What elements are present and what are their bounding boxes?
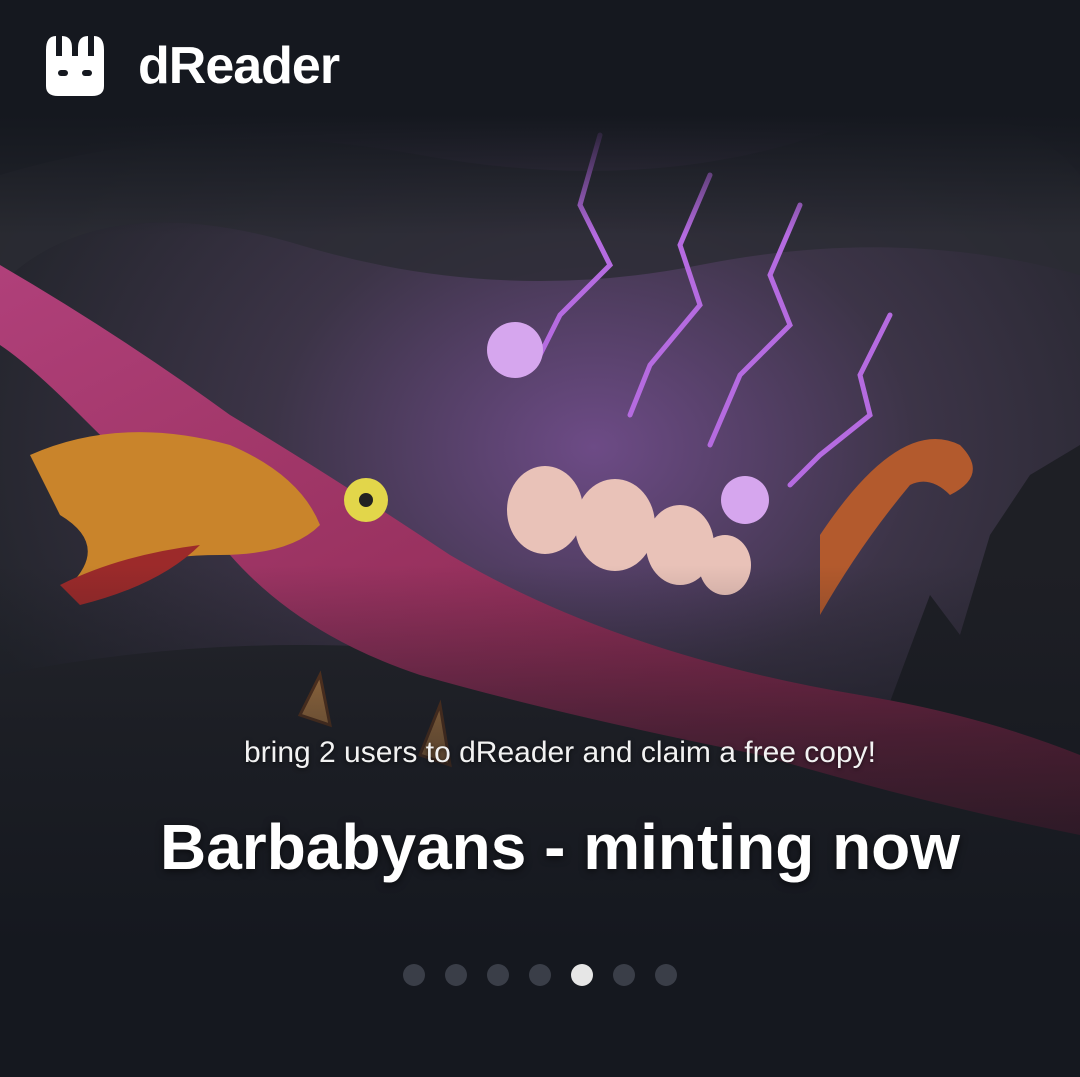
carousel-dot-3[interactable] <box>487 964 509 986</box>
brand-name[interactable]: dReader <box>138 36 340 96</box>
carousel-dot-7[interactable] <box>655 964 677 986</box>
banner-subtitle: bring 2 users to dReader and claim a fre… <box>243 736 876 769</box>
dreader-logo-icon[interactable] <box>42 30 108 98</box>
carousel-dot-1[interactable] <box>403 964 425 986</box>
carousel-dot-6[interactable] <box>613 964 635 986</box>
carousel-dot-4[interactable] <box>529 964 551 986</box>
carousel-dot-2[interactable] <box>445 964 467 986</box>
carousel-dot-5[interactable] <box>571 964 593 986</box>
banner-title[interactable]: Barbabyans - minting now <box>0 805 1080 889</box>
app-header: dReader <box>0 0 1080 135</box>
carousel-indicator <box>0 964 1080 986</box>
